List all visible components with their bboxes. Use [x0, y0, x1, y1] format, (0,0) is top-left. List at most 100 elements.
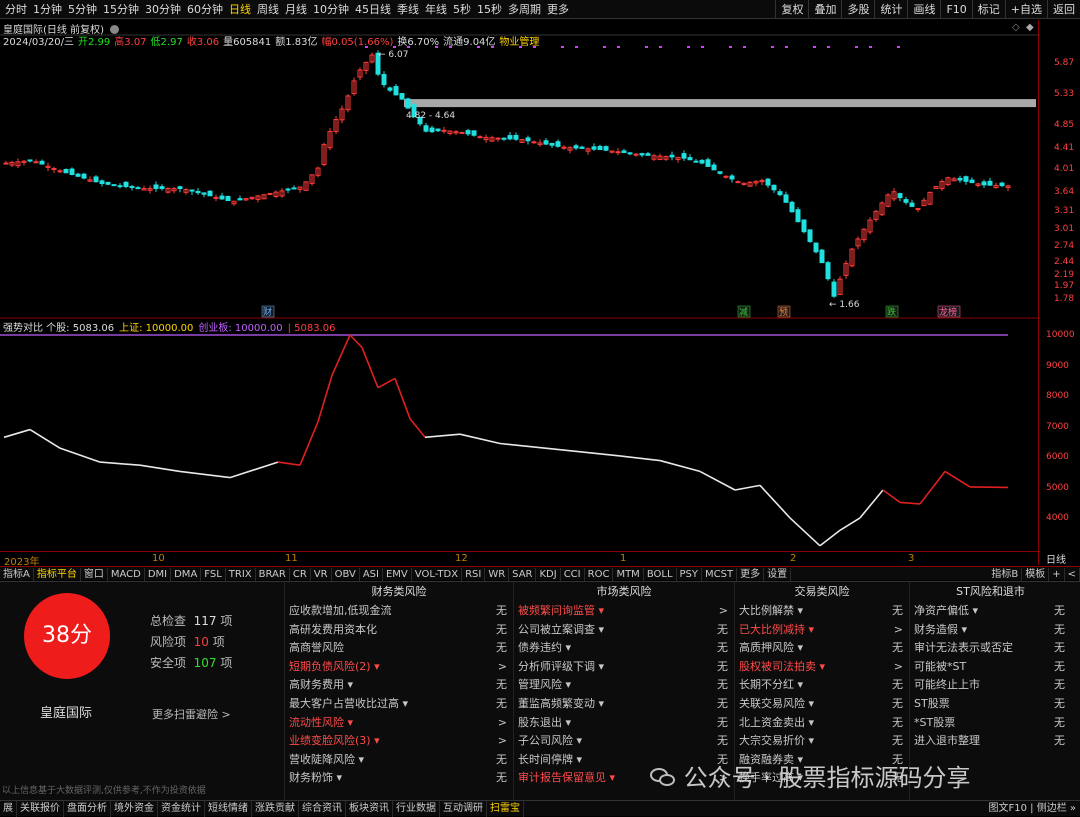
risk-item[interactable]: 净资产偏低 ▾ 无: [910, 602, 1071, 621]
tool-button-6[interactable]: 标记: [971, 0, 1005, 19]
indicator-tab-26[interactable]: 设置: [764, 568, 792, 582]
risk-item[interactable]: 公司被立案调查 ▾ 无: [514, 621, 734, 640]
bottom-tab-5[interactable]: 短线情绪: [205, 801, 252, 817]
period-tab-13[interactable]: 5秒: [450, 0, 474, 19]
period-tab-4[interactable]: 30分钟: [142, 0, 184, 19]
risk-item[interactable]: 北上资金卖出 ▾ 无: [735, 714, 909, 733]
risk-item[interactable]: 可能终止上市 无: [910, 676, 1071, 695]
tool-button-5[interactable]: F10: [940, 0, 971, 19]
indicator-tab-16[interactable]: WR: [485, 568, 510, 582]
risk-item[interactable]: 大比例解禁 ▾ 无: [735, 602, 909, 621]
risk-item[interactable]: *ST股票 无: [910, 714, 1071, 733]
indicator-tab-7[interactable]: TRIX: [226, 568, 256, 582]
indicator-tab-21[interactable]: MTM: [613, 568, 644, 582]
bottom-tab-10[interactable]: 互动调研: [440, 801, 487, 817]
risk-item[interactable]: 被频繁问询监管 ▾ >: [514, 602, 734, 621]
period-tab-5[interactable]: 60分钟: [184, 0, 226, 19]
sidebar-toggle[interactable]: 图文F10 | 侧边栏 »: [989, 801, 1077, 817]
period-tab-14[interactable]: 15秒: [474, 0, 505, 19]
period-tab-9[interactable]: 10分钟: [310, 0, 352, 19]
indicator-tab-13[interactable]: EMV: [383, 568, 412, 582]
tool-button-0[interactable]: 复权: [775, 0, 808, 19]
bottom-tab-2[interactable]: 盘面分析: [64, 801, 111, 817]
indicator-tab-11[interactable]: OBV: [332, 568, 360, 582]
tool-button-3[interactable]: 统计: [874, 0, 907, 19]
risk-item[interactable]: 财务粉饰 ▾ 无: [285, 769, 513, 788]
tool-button-8[interactable]: 返回: [1047, 0, 1080, 19]
indicator-tab-10[interactable]: VR: [311, 568, 332, 582]
risk-item[interactable]: 审计无法表示或否定 无: [910, 639, 1071, 658]
period-tab-0[interactable]: 分时: [2, 0, 30, 19]
tool-button-4[interactable]: 画线: [907, 0, 940, 19]
collapse-icon[interactable]: ◆: [1026, 22, 1034, 33]
risk-item[interactable]: 营收陡降风险 ▾ 无: [285, 751, 513, 770]
indicator-tab-12[interactable]: ASI: [360, 568, 383, 582]
period-tab-2[interactable]: 5分钟: [65, 0, 100, 19]
risk-item[interactable]: 股权被司法拍卖 ▾ >: [735, 658, 909, 677]
risk-item[interactable]: 董监高频繁变动 ▾ 无: [514, 695, 734, 714]
indicator-tab-17[interactable]: SAR: [509, 568, 537, 582]
indicator-tab-4[interactable]: DMI: [145, 568, 172, 582]
period-tab-3[interactable]: 15分钟: [100, 0, 142, 19]
bottom-tab-11[interactable]: 扫雷宝: [487, 801, 524, 817]
tool-button-1[interactable]: 叠加: [808, 0, 841, 19]
indicator-tab-5[interactable]: DMA: [171, 568, 202, 582]
risk-item[interactable]: 业绩变脸风险(3) ▾ >: [285, 732, 513, 751]
indicator-right-1[interactable]: 模板: [1022, 568, 1050, 582]
risk-item[interactable]: 高研发费用资本化 无: [285, 621, 513, 640]
period-tab-1[interactable]: 1分钟: [30, 0, 65, 19]
indicator-tab-25[interactable]: 更多: [737, 568, 765, 582]
risk-item[interactable]: 高财务费用 ▾ 无: [285, 676, 513, 695]
risk-item[interactable]: 分析师评级下调 ▾ 无: [514, 658, 734, 677]
bottom-tab-6[interactable]: 涨跌贡献: [252, 801, 299, 817]
indicator-tab-18[interactable]: KDJ: [536, 568, 561, 582]
indicator-tab-14[interactable]: VOL-TDX: [412, 568, 463, 582]
indicator-tab-8[interactable]: BRAR: [256, 568, 290, 582]
tool-button-7[interactable]: +自选: [1004, 0, 1047, 19]
risk-item[interactable]: 股东退出 ▾ 无: [514, 714, 734, 733]
period-tab-6[interactable]: 日线: [226, 0, 254, 19]
risk-item[interactable]: 高质押风险 ▾ 无: [735, 639, 909, 658]
bottom-tab-8[interactable]: 板块资讯: [346, 801, 393, 817]
bottom-tab-4[interactable]: 资金统计: [158, 801, 205, 817]
indicator-tab-20[interactable]: ROC: [585, 568, 614, 582]
bottom-tab-7[interactable]: 综合资讯: [299, 801, 346, 817]
indicator-right-2[interactable]: +: [1049, 568, 1065, 582]
risk-item[interactable]: 高商誉风险 无: [285, 639, 513, 658]
indicator-tab-15[interactable]: RSI: [462, 568, 486, 582]
risk-item[interactable]: 长期不分红 ▾ 无: [735, 676, 909, 695]
risk-item[interactable]: 大宗交易折价 ▾ 无: [735, 732, 909, 751]
indicator-tab-1[interactable]: 指标平台: [34, 568, 81, 582]
indicator-tab-24[interactable]: MCST: [702, 568, 738, 582]
period-tab-11[interactable]: 季线: [394, 0, 422, 19]
chart-area[interactable]: ← 6.07 ← 1.66 4.82 - 4.64 财 减 预 跌 龙榜: [0, 20, 1080, 580]
risk-item[interactable]: 可能被*ST 无: [910, 658, 1071, 677]
time-axis-period[interactable]: 日线: [1046, 551, 1066, 566]
indicator-tab-6[interactable]: FSL: [201, 568, 226, 582]
indicator-right-3[interactable]: <: [1065, 568, 1080, 582]
risk-item[interactable]: ST股票 无: [910, 695, 1071, 714]
bottom-tab-3[interactable]: 境外资金: [111, 801, 158, 817]
bottom-tab-1[interactable]: 关联报价: [17, 801, 64, 817]
risk-item[interactable]: 流动性风险 ▾ >: [285, 714, 513, 733]
kline-chart[interactable]: ← 6.07 ← 1.66 4.82 - 4.64 财 减 预 跌 龙榜: [0, 20, 1040, 566]
period-tab-16[interactable]: 更多: [544, 0, 572, 19]
risk-item[interactable]: 已大比例减持 ▾ >: [735, 621, 909, 640]
indicator-tab-0[interactable]: 指标A: [0, 568, 34, 582]
risk-item[interactable]: 债券违约 ▾ 无: [514, 639, 734, 658]
risk-item[interactable]: 子公司风险 ▾ 无: [514, 732, 734, 751]
indicator-tab-22[interactable]: BOLL: [644, 568, 677, 582]
risk-item[interactable]: 应收款增加,低现金流 无: [285, 602, 513, 621]
indicator-tab-2[interactable]: 窗口: [81, 568, 108, 582]
indicator-tab-19[interactable]: CCI: [561, 568, 585, 582]
bottom-tab-9[interactable]: 行业数据: [393, 801, 440, 817]
period-tab-8[interactable]: 月线: [282, 0, 310, 19]
risk-item[interactable]: 关联交易风险 ▾ 无: [735, 695, 909, 714]
diamond-icon[interactable]: ◇: [1012, 22, 1020, 33]
indicator-right-0[interactable]: 指标B: [988, 568, 1023, 582]
risk-item[interactable]: 财务造假 ▾ 无: [910, 621, 1071, 640]
indicator-tab-3[interactable]: MACD: [108, 568, 145, 582]
risk-item[interactable]: 进入退市整理 无: [910, 732, 1071, 751]
period-tab-7[interactable]: 周线: [254, 0, 282, 19]
bottom-tab-0[interactable]: 展: [0, 801, 17, 817]
